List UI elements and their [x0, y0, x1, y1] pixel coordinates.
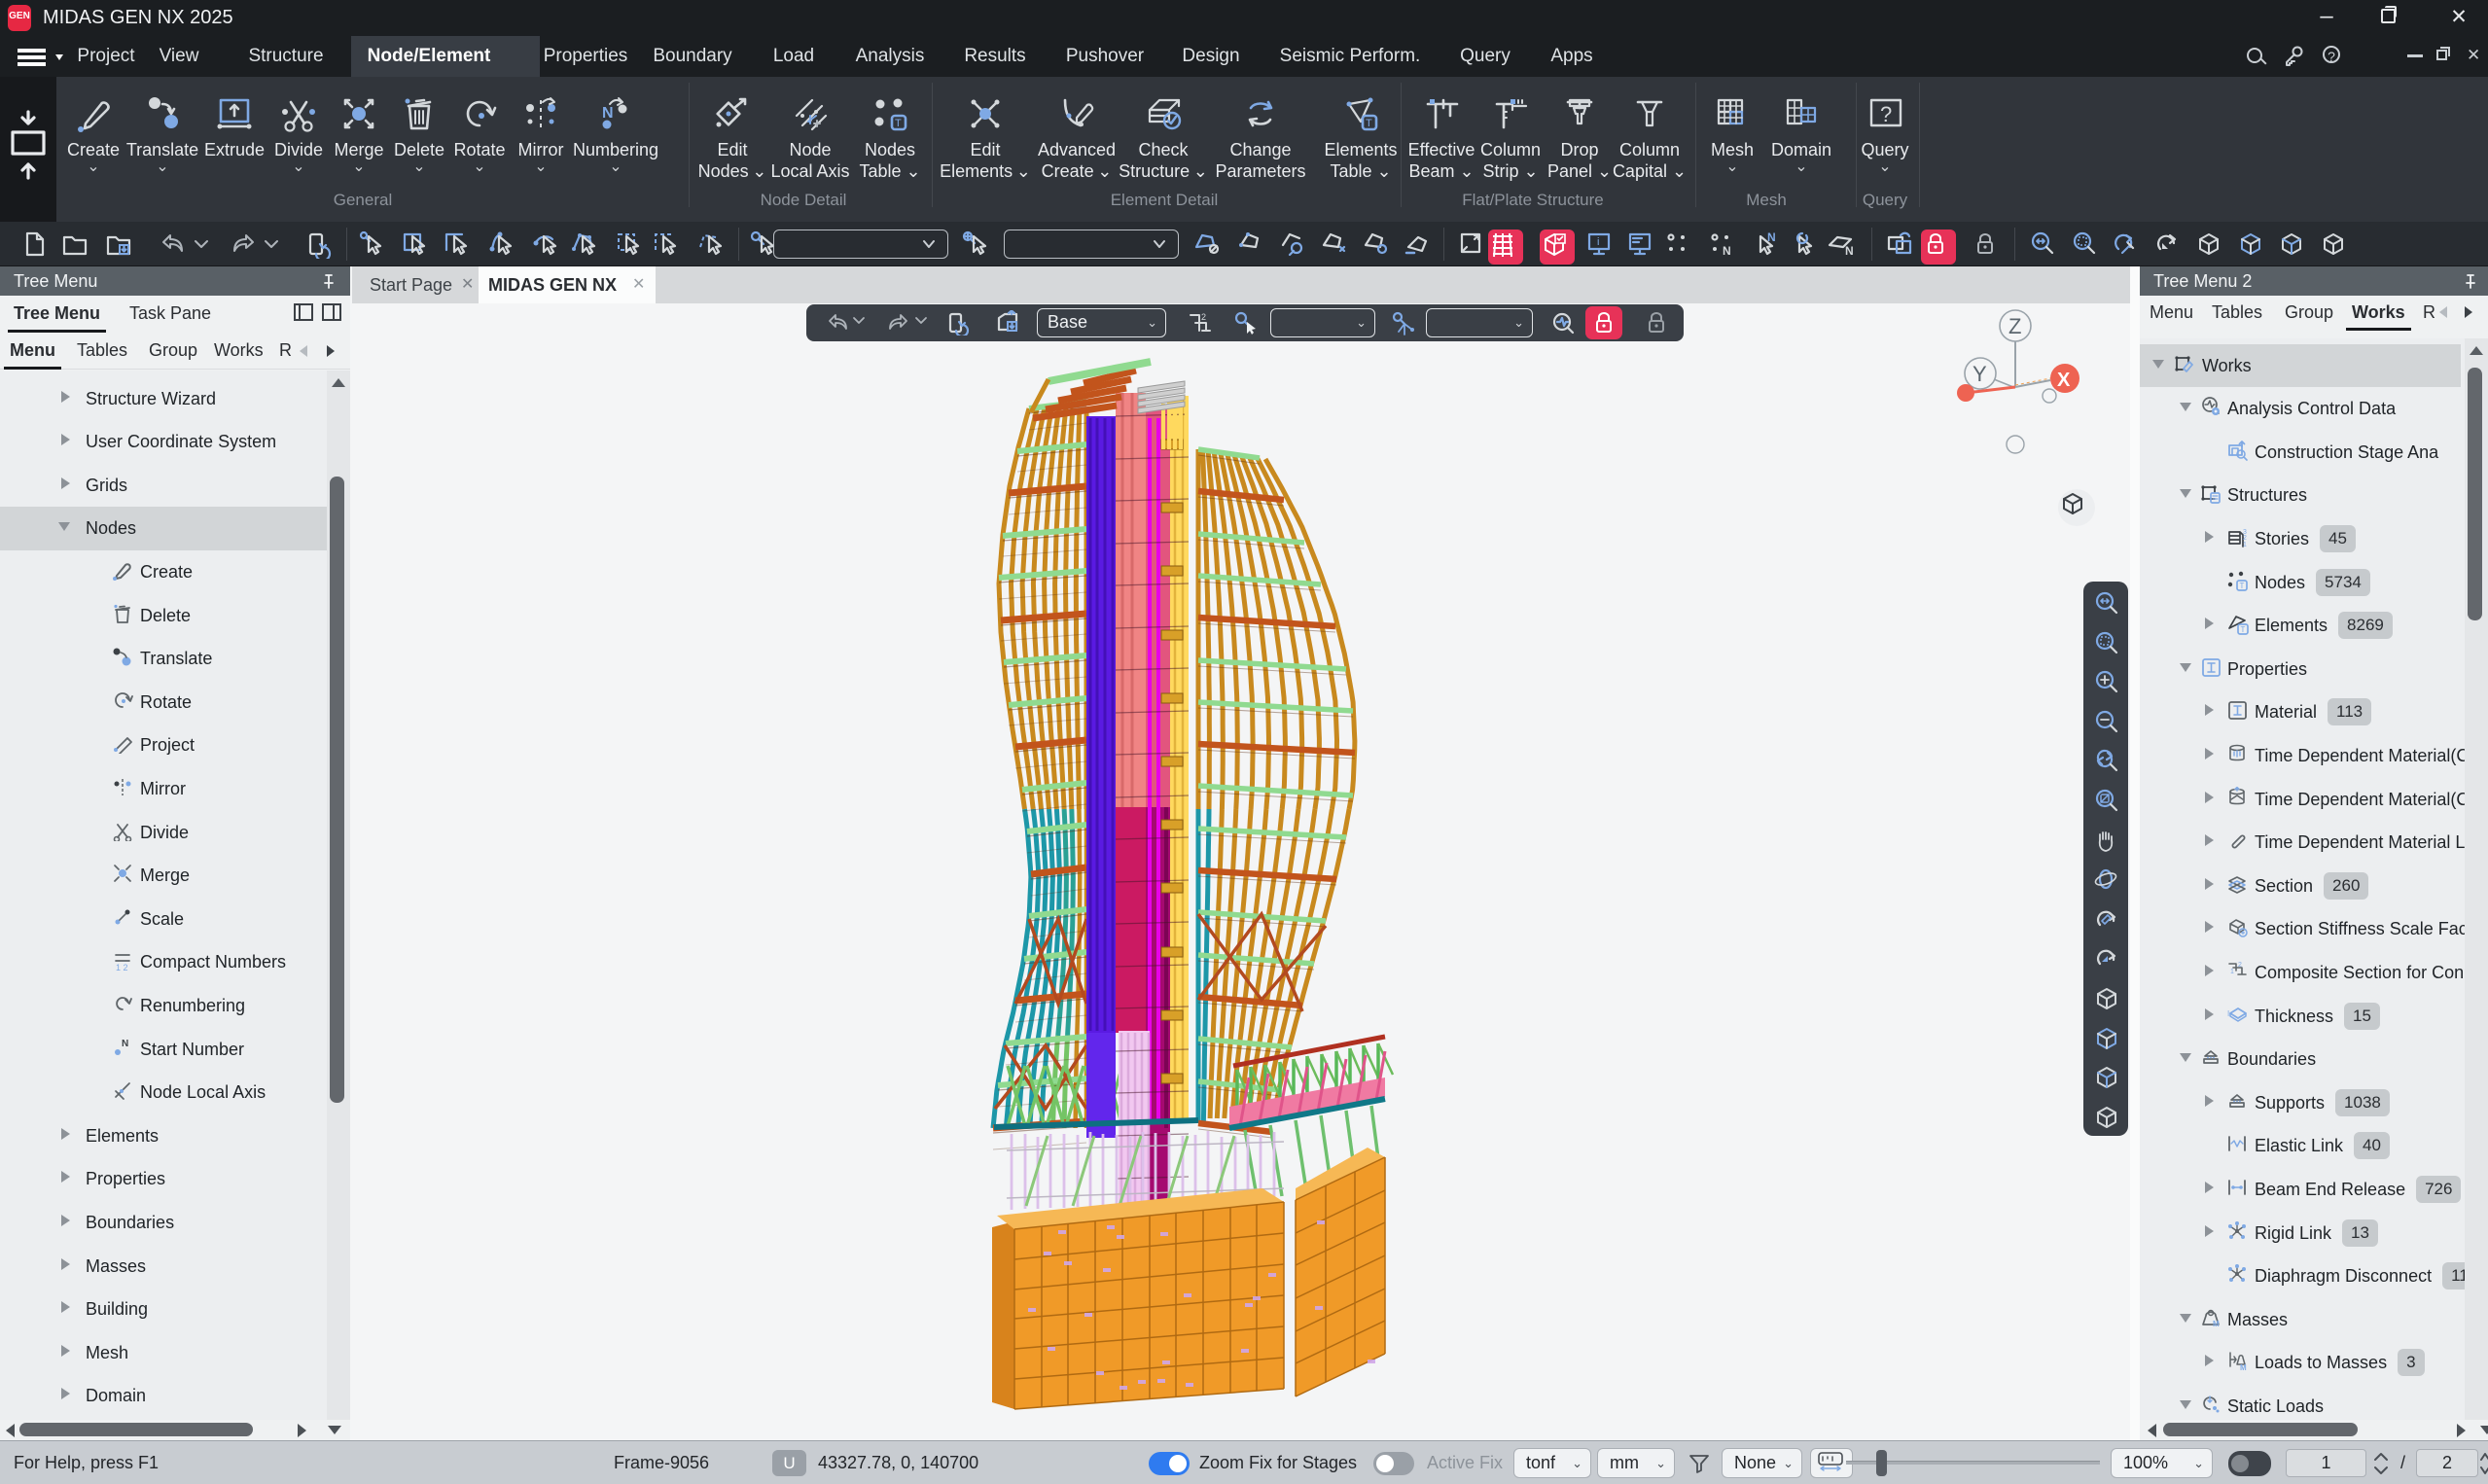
- svg-text:N: N: [1767, 230, 1776, 244]
- svg-text:Y: Y: [1973, 362, 1987, 386]
- svg-text:N: N: [1845, 244, 1854, 258]
- svg-text:M: M: [2213, 1320, 2220, 1328]
- svg-text:N: N: [602, 105, 614, 122]
- svg-text:T: T: [895, 118, 902, 129]
- svg-text:1: 1: [2230, 969, 2234, 975]
- svg-text:T: T: [2240, 582, 2245, 590]
- svg-text:?: ?: [1880, 102, 1892, 126]
- svg-text:1: 1: [2243, 542, 2247, 548]
- svg-text:2: 2: [2243, 535, 2247, 542]
- svg-text:Z: Z: [2008, 314, 2021, 338]
- svg-text:2: 2: [1201, 312, 1206, 322]
- svg-text:X: X: [2057, 370, 2071, 391]
- svg-text:M: M: [2240, 1363, 2247, 1372]
- svg-text:N: N: [1723, 244, 1731, 258]
- svg-text:1 2: 1 2: [116, 963, 128, 971]
- svg-text:N: N: [122, 1039, 128, 1049]
- svg-text:I: I: [2227, 1009, 2229, 1018]
- svg-text:T: T: [2241, 625, 2246, 634]
- svg-text:2: 2: [2238, 962, 2242, 969]
- svg-text:i: i: [1597, 236, 1599, 248]
